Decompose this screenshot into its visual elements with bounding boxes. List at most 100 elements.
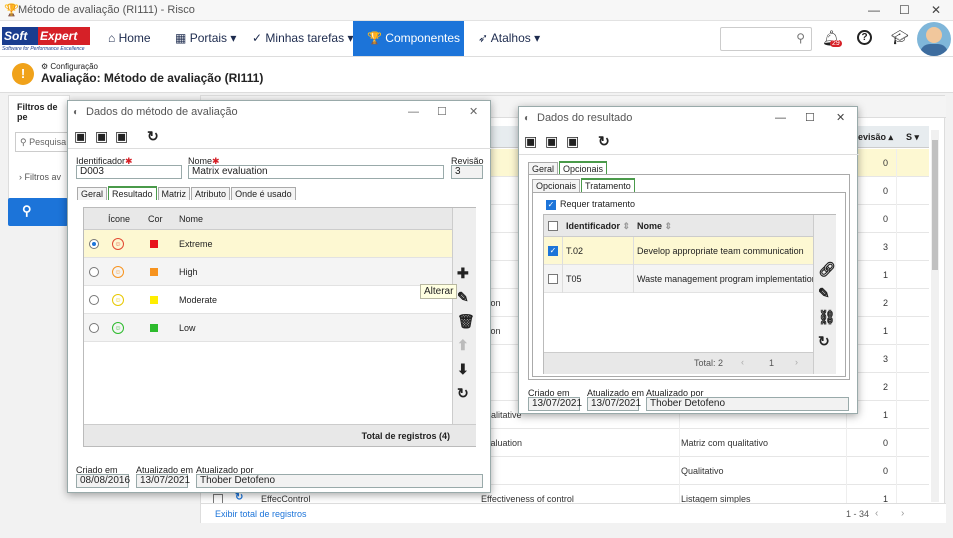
col-s-label: S <box>906 132 913 142</box>
refresh-icon[interactable]: ↻ <box>457 385 469 402</box>
save-icon[interactable]: ▣ <box>545 133 558 150</box>
revision-input: 3 <box>451 165 483 179</box>
graduation-icon[interactable]: 🎓︎ <box>891 29 909 46</box>
tab-matriz[interactable]: Matriz <box>157 187 191 200</box>
col-color[interactable]: Cor <box>148 214 163 224</box>
notification-badge: 29 <box>830 40 842 47</box>
minimize-icon[interactable]: — <box>408 106 419 118</box>
nav-componentes[interactable]: 🏆 Componentes ▾ <box>353 21 464 80</box>
search-button[interactable]: ⚲ <box>8 198 68 226</box>
maximize-icon[interactable]: ☐ <box>805 111 815 124</box>
col-s-header[interactable]: S ▾ <box>906 132 919 143</box>
pager-text: 1 - 34 <box>846 509 870 519</box>
result-row[interactable]: ☺ Moderate <box>84 286 452 314</box>
name-input[interactable]: Matrix evaluation <box>188 165 444 179</box>
result-grid: Ícone Cor Nome ☺ Extreme ☺ High ☺ Moderate ☺ Lo… <box>83 207 476 447</box>
unlink-icon[interactable]: ⛓︎ <box>818 309 836 326</box>
show-total-link[interactable]: Exibir total de registros <box>215 509 307 519</box>
nav-minhas-tarefas[interactable]: ✓ Minhas tarefas ▾ <box>252 21 353 56</box>
refresh-icon[interactable]: ↻ <box>147 128 159 145</box>
row-revision: 0 <box>883 186 889 196</box>
col-name[interactable]: Nome ⇕ <box>637 221 672 232</box>
color-swatch <box>150 268 158 276</box>
row-revision: 0 <box>883 466 889 476</box>
select-all-checkbox[interactable] <box>548 221 558 231</box>
advanced-filters-toggle[interactable]: › Filtros av <box>19 172 61 182</box>
nav-home[interactable]: ⌂ Home <box>108 21 151 56</box>
avatar[interactable] <box>917 22 951 56</box>
save-new-icon[interactable]: ▣ <box>74 128 87 145</box>
tab-resultado[interactable]: Resultado <box>108 186 157 200</box>
global-search-input[interactable]: ⚲ <box>720 27 812 51</box>
move-down-icon[interactable]: ⬇ <box>457 361 469 378</box>
breadcrumb[interactable]: ⚙ Configuração <box>41 62 98 71</box>
delete-icon[interactable]: 🗑︎ <box>457 313 475 330</box>
col-revision-header[interactable]: evisão ▴ <box>858 132 893 143</box>
maximize-icon[interactable]: ☐ <box>899 3 910 17</box>
logo-part1: Soft <box>2 27 40 45</box>
nav-componentes-label: Componentes <box>385 31 461 45</box>
help-icon[interactable]: ? <box>857 30 872 45</box>
move-up-icon[interactable]: ⬆ <box>457 337 469 354</box>
updated-value: 13/07/2021 <box>587 397 641 411</box>
result-row[interactable]: ☺ High <box>84 258 452 286</box>
row-revision: 1 <box>883 270 889 280</box>
minimize-icon[interactable]: — <box>775 112 786 124</box>
identifier-input[interactable]: D003 <box>76 165 182 179</box>
subtab-opcionais[interactable]: Opcionais <box>532 179 581 192</box>
pager-prev-icon[interactable]: ‹ <box>875 508 878 519</box>
row-radio[interactable] <box>89 295 99 305</box>
requires-treatment-checkbox[interactable]: ✓ <box>546 200 556 210</box>
treatment-row[interactable]: ✓ T.02 Develop appropriate team communicat… <box>544 237 813 265</box>
col-identifier-label: Identificador <box>566 221 621 231</box>
nav-portais[interactable]: ▦ Portais ▾ <box>175 21 236 56</box>
result-row[interactable]: ☺ Low <box>84 314 452 342</box>
save-icon[interactable]: ▣ <box>95 128 108 145</box>
pager-next-icon[interactable]: › <box>901 508 904 519</box>
row-radio[interactable] <box>89 267 99 277</box>
row-type: Qualitativo <box>681 466 724 476</box>
created-value: 08/08/2016 <box>76 474 130 488</box>
close-icon[interactable]: ✕ <box>931 3 941 17</box>
pager-prev-icon[interactable]: ‹ <box>741 357 744 367</box>
subtab-tratamento[interactable]: Tratamento <box>581 178 635 192</box>
col-name[interactable]: Nome <box>179 214 203 224</box>
close-icon[interactable]: ✕ <box>469 105 478 118</box>
treatment-row[interactable]: T05 Waste management program implementati… <box>544 265 817 293</box>
tab-opcionais[interactable]: Opcionais <box>559 161 608 175</box>
link-icon[interactable]: 🔗︎ <box>818 261 836 278</box>
tab-atributo[interactable]: Atributo <box>191 187 231 200</box>
filter-search-input[interactable]: ⚲ Pesquisa <box>15 132 71 152</box>
row-radio[interactable] <box>89 239 99 249</box>
save-close-icon[interactable]: ▣ <box>566 133 579 150</box>
created-value: 13/07/2021 <box>528 397 582 411</box>
col-identifier[interactable]: Identificador ⇕ <box>566 221 630 232</box>
top-navbar: Soft Expert Software for Performance Exc… <box>0 21 953 80</box>
row-revision: 0 <box>883 438 889 448</box>
tab-geral[interactable]: Geral <box>77 187 108 200</box>
warning-icon: ! <box>12 63 34 85</box>
scrollbar[interactable] <box>931 130 939 502</box>
tab-onde-usado[interactable]: Onde é usado <box>231 187 296 200</box>
refresh-icon[interactable]: ↻ <box>818 333 830 350</box>
save-new-icon[interactable]: ▣ <box>524 133 537 150</box>
edit-icon[interactable]: ✎ <box>457 289 469 306</box>
maximize-icon[interactable]: ☐ <box>437 105 447 118</box>
row-checkbox[interactable]: ✓ <box>548 246 558 256</box>
edit-icon[interactable]: ✎ <box>818 285 830 302</box>
nav-atalhos[interactable]: ➶ Atalhos ▾ <box>478 21 540 56</box>
result-row[interactable]: ☺ Extreme <box>84 230 452 258</box>
row-radio[interactable] <box>89 323 99 333</box>
close-icon[interactable]: ✕ <box>836 111 845 124</box>
row-type: Matriz com qualitativo <box>681 438 769 448</box>
col-icon[interactable]: Ícone <box>108 214 130 224</box>
treatment-grid-header: Identificador ⇕ Nome ⇕ <box>544 215 813 237</box>
pager-next-icon[interactable]: › <box>795 357 798 367</box>
minimize-icon[interactable]: — <box>868 3 880 17</box>
result-data-dialog: ◐ Dados do resultado — ☐ ✕ ▣ ▣ ▣ ↻ Geral… <box>518 106 859 414</box>
filter-panel: Filtros de pe ⚲ Pesquisa › Filtros av <box>8 95 71 205</box>
add-icon[interactable]: ✚ <box>457 265 469 282</box>
refresh-icon[interactable]: ↻ <box>598 133 610 150</box>
row-checkbox[interactable] <box>548 274 558 284</box>
save-close-icon[interactable]: ▣ <box>115 128 128 145</box>
